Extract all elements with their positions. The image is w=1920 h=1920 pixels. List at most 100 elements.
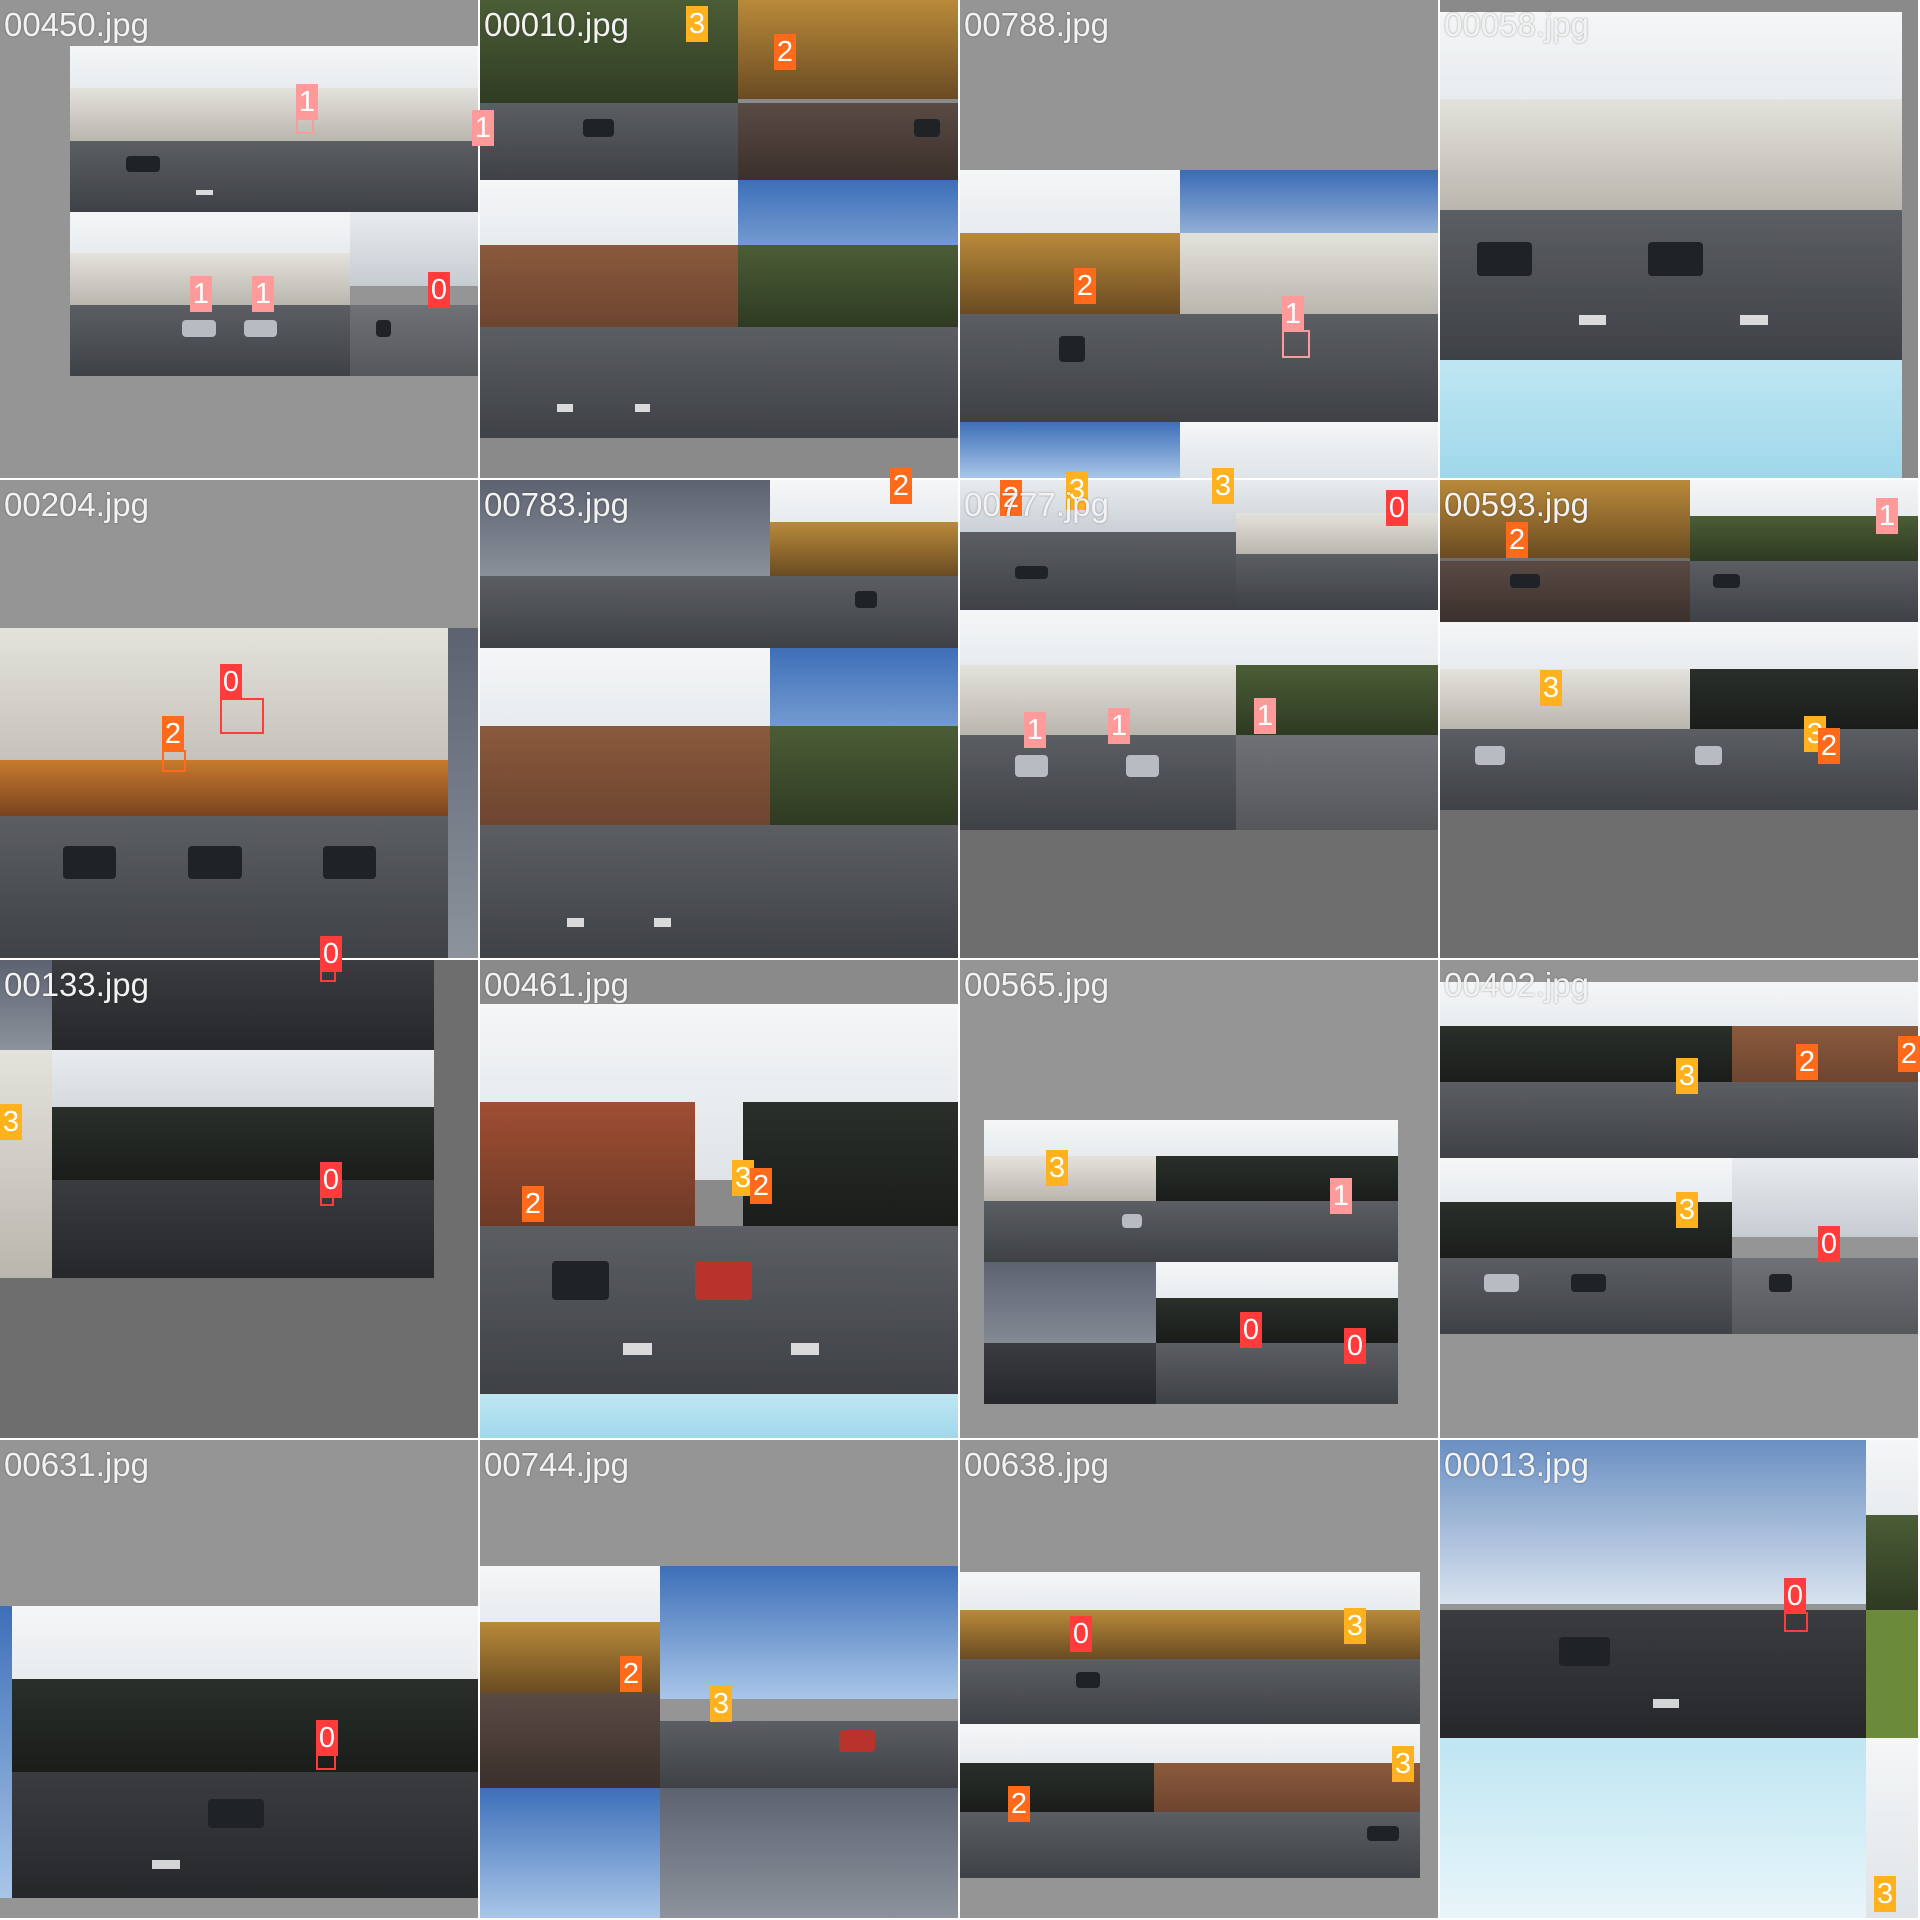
mosaic-tile: 00744.jpg — [480, 1440, 958, 1918]
photo-patch — [660, 1566, 958, 1788]
photo-patch — [0, 1050, 52, 1278]
class-marker: 3 — [1676, 1192, 1698, 1228]
bounding-box — [162, 750, 186, 772]
tile-filename: 00010.jpg — [484, 6, 629, 43]
class-marker: 3 — [710, 1686, 732, 1722]
tile-filename: 00744.jpg — [484, 1446, 629, 1483]
photo-patch — [448, 628, 478, 958]
photo-patch — [480, 648, 770, 958]
mosaic-grid: 00450.jpg 00010.jpg 00788.jpg 00058.jpg … — [0, 0, 1920, 1920]
photo-patch — [1180, 170, 1438, 422]
photo-patch — [1440, 622, 1690, 810]
tile-filename: 00783.jpg — [484, 486, 629, 523]
mosaic-tile: 00010.jpg — [480, 0, 958, 478]
photo-patch — [738, 0, 958, 180]
bounding-box — [316, 1754, 336, 1770]
class-marker: 1 — [1330, 1178, 1352, 1214]
photo-patch — [350, 212, 478, 376]
class-marker: 1 — [252, 276, 274, 312]
tile-filename: 00058.jpg — [1444, 6, 1589, 43]
class-marker: 3 — [1212, 468, 1234, 504]
tile-filename: 00402.jpg — [1444, 966, 1589, 1003]
photo-patch — [960, 422, 1180, 478]
class-marker: 0 — [220, 664, 242, 700]
class-marker: 0 — [1240, 1312, 1262, 1348]
mosaic-tile: 00058.jpg — [1440, 0, 1918, 478]
mosaic-tile: 00631.jpg — [0, 1440, 478, 1918]
class-marker: 3 — [1540, 670, 1562, 706]
class-marker: 2 — [1898, 1036, 1920, 1072]
class-marker: 1 — [472, 110, 494, 146]
class-marker: 0 — [1784, 1578, 1806, 1614]
photo-patch — [1154, 1572, 1420, 1724]
tile-filename: 00450.jpg — [4, 6, 149, 43]
photo-patch — [1156, 1120, 1398, 1262]
bounding-box — [1282, 330, 1310, 358]
class-marker: 2 — [620, 1656, 642, 1692]
photo-patch — [960, 1724, 1154, 1878]
class-marker: 0 — [320, 936, 342, 972]
class-marker: 0 — [316, 1720, 338, 1756]
class-marker: 0 — [320, 1162, 342, 1198]
photo-patch — [1440, 1738, 1866, 1918]
photo-patch — [480, 1004, 958, 1394]
class-marker: 1 — [1024, 712, 1046, 748]
class-marker: 0 — [1386, 490, 1408, 526]
photo-patch — [738, 180, 958, 438]
photo-patch — [480, 180, 738, 438]
class-marker: 1 — [1282, 296, 1304, 332]
photo-patch — [984, 1262, 1156, 1404]
photo-patch — [350, 46, 478, 212]
photo-patch — [1732, 982, 1918, 1158]
photo-patch — [480, 1788, 660, 1918]
class-marker: 2 — [1506, 522, 1528, 558]
photo-patch — [770, 648, 958, 958]
class-marker: 3 — [1392, 1746, 1414, 1782]
photo-patch — [984, 1120, 1156, 1262]
tile-filename: 00631.jpg — [4, 1446, 149, 1483]
photo-patch — [960, 170, 1180, 422]
tile-filename: 00013.jpg — [1444, 1446, 1589, 1483]
class-marker: 0 — [1818, 1226, 1840, 1262]
mosaic-tile: 00450.jpg — [0, 0, 478, 478]
photo-patch — [1154, 1724, 1420, 1878]
mosaic-tile: 00565.jpg — [960, 960, 1438, 1438]
class-marker: 3 — [1874, 1876, 1896, 1912]
bounding-box — [296, 118, 314, 134]
photo-patch — [0, 1606, 12, 1898]
class-marker: 3 — [1344, 1608, 1366, 1644]
mosaic-tile: 00013.jpg — [1440, 1440, 1918, 1918]
photo-patch — [12, 1606, 478, 1898]
mosaic-tile: 00788.jpg — [960, 0, 1438, 478]
class-marker: 0 — [1344, 1328, 1366, 1364]
photo-patch — [1440, 360, 1902, 478]
photo-patch — [960, 610, 1236, 830]
photo-patch — [52, 1050, 434, 1278]
photo-patch — [1866, 1440, 1918, 1738]
class-marker: 3 — [1676, 1058, 1698, 1094]
class-marker: 2 — [1818, 728, 1840, 764]
class-marker: 2 — [1074, 268, 1096, 304]
class-marker: 3 — [686, 6, 708, 42]
class-marker: 2 — [1008, 1786, 1030, 1822]
photo-patch — [770, 480, 958, 648]
class-marker: 2 — [750, 1168, 772, 1204]
class-marker: 2 — [162, 716, 184, 752]
class-marker: 1 — [1108, 708, 1130, 744]
class-marker: 2 — [1796, 1044, 1818, 1080]
class-marker: 1 — [296, 84, 318, 120]
class-marker: 0 — [1070, 1616, 1092, 1652]
photo-patch — [480, 1394, 958, 1438]
mosaic-tile: 00783.jpg — [480, 480, 958, 958]
class-marker: 1 — [1254, 698, 1276, 734]
class-marker: 2 — [890, 468, 912, 504]
photo-patch — [1440, 12, 1902, 360]
tile-filename: 00788.jpg — [964, 6, 1109, 43]
tile-filename: 00565.jpg — [964, 966, 1109, 1003]
class-marker: 0 — [428, 272, 450, 308]
class-marker: 2 — [522, 1186, 544, 1222]
tile-filename: 00593.jpg — [1444, 486, 1589, 523]
photo-patch — [1440, 1158, 1732, 1334]
class-marker: 1 — [1876, 498, 1898, 534]
class-marker: 1 — [190, 276, 212, 312]
